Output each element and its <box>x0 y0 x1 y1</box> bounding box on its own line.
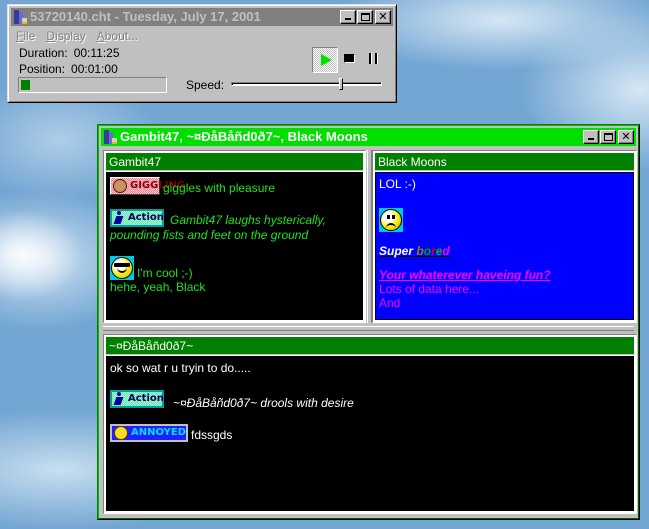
annoyed-badge: ANNOYED <box>110 424 188 442</box>
maximize-button[interactable] <box>357 10 373 24</box>
annoyed-face-icon <box>114 426 128 440</box>
play-icon <box>321 54 332 66</box>
pause-button[interactable] <box>369 53 379 64</box>
position-label: Position: <box>19 62 66 76</box>
app-icon <box>12 9 28 25</box>
player-title: 53720140.cht - Tuesday, July 17, 2001 <box>30 9 261 24</box>
maximize-icon <box>604 133 613 141</box>
message-text: Lots of data here... <box>379 282 480 296</box>
pane-content[interactable]: GIGGLING giggles with pleasure Action Ga… <box>106 172 363 320</box>
minimize-button[interactable] <box>583 130 599 144</box>
pane-content[interactable]: LOL :-) Super bored Your whaterever have… <box>375 172 634 320</box>
message-text: ok so wat r u tryin to do..... <box>110 361 251 375</box>
message-text: And <box>379 296 401 310</box>
message-text: LOL :-) <box>379 177 416 191</box>
cool-smiley-icon <box>110 256 134 280</box>
sad-smiley-icon <box>379 208 403 232</box>
menu-file[interactable]: File <box>16 29 35 43</box>
progress-block <box>21 80 30 90</box>
chat-titlebar[interactable]: Gambit47, ~¤ÐåBåñd0ð7~, Black Moons ✕ <box>101 128 636 146</box>
close-button[interactable]: ✕ <box>375 10 391 24</box>
pane-header: Gambit47 <box>106 153 363 171</box>
maximize-button[interactable] <box>600 130 616 144</box>
message-text: Super bored <box>379 244 450 258</box>
running-man-icon <box>114 392 124 406</box>
message: ANNOYED fdssgds <box>110 424 630 442</box>
menu-display[interactable]: Display <box>46 29 85 43</box>
speed-slider-thumb[interactable] <box>339 78 344 90</box>
play-button[interactable] <box>312 47 338 73</box>
speed-slider-track[interactable] <box>231 82 382 86</box>
message-text: fdssgds <box>191 428 233 442</box>
playback-info: Duration: 00:11:25 Position: 00:01:00 <box>19 45 120 77</box>
message: I'm cool ;-) <box>110 256 359 280</box>
giggling-badge: GIGGLING <box>110 177 185 195</box>
pane-header: ~¤ÐåBåñd0ð7~ <box>106 337 634 355</box>
message-text: Your whaterever haveing fun? <box>379 268 551 282</box>
playback-progress-bar[interactable] <box>18 77 167 93</box>
close-button[interactable]: ✕ <box>618 130 634 144</box>
pane-header: Black Moons <box>375 153 634 171</box>
maximize-icon <box>361 13 370 21</box>
position-value: 00:01:00 <box>71 62 118 76</box>
pane-dabandoo7: ~¤ÐåBåñd0ð7~ ok so wat r u tryin to do..… <box>103 334 637 514</box>
message <box>379 208 630 235</box>
app-icon <box>102 129 118 145</box>
duration-value: 00:11:25 <box>73 46 120 60</box>
message-text: giggles with pleasure <box>163 181 276 195</box>
player-window: 53720140.cht - Tuesday, July 17, 2001 ✕ … <box>7 4 397 103</box>
pane-gambit47: Gambit47 GIGGLING giggles with pleasure … <box>103 150 366 323</box>
chat-title: Gambit47, ~¤ÐåBåñd0ð7~, Black Moons <box>120 129 368 144</box>
chat-body: Gambit47 GIGGLING giggles with pleasure … <box>101 148 637 516</box>
stop-button[interactable] <box>344 54 355 63</box>
horizontal-splitter[interactable] <box>103 326 634 331</box>
running-man-icon <box>114 211 124 225</box>
message-text: I'm cool ;-) <box>137 266 193 280</box>
player-titlebar[interactable]: 53720140.cht - Tuesday, July 17, 2001 ✕ <box>11 8 393 26</box>
message: Action ~¤ÐåBåñd0ð7~ drools with desire <box>110 388 630 410</box>
duration-label: Duration: <box>19 46 68 60</box>
pane-content[interactable]: ok so wat r u tryin to do..... Action ~¤… <box>106 356 634 511</box>
minimize-button[interactable] <box>340 10 356 24</box>
menu-about[interactable]: About... <box>97 29 138 43</box>
giggling-face-icon <box>113 179 127 193</box>
close-icon: ✕ <box>378 10 388 23</box>
minimize-icon <box>588 138 594 140</box>
speed-label: Speed: <box>186 78 225 92</box>
action-badge: Action <box>110 209 164 227</box>
minimize-icon <box>345 18 351 20</box>
pane-black-moons: Black Moons LOL :-) Super bored Your wha… <box>372 150 637 323</box>
close-icon: ✕ <box>621 130 631 143</box>
message: GIGGLING giggles with pleasure <box>110 177 359 195</box>
chat-window: Gambit47, ~¤ÐåBåñd0ð7~, Black Moons ✕ Ga… <box>97 124 640 520</box>
message-text: hehe, yeah, Black <box>110 280 206 294</box>
message-text: ~¤ÐåBåñd0ð7~ drools with desire <box>173 396 354 410</box>
action-badge: Action <box>110 390 164 408</box>
menubar: File Display About... <box>16 29 138 43</box>
